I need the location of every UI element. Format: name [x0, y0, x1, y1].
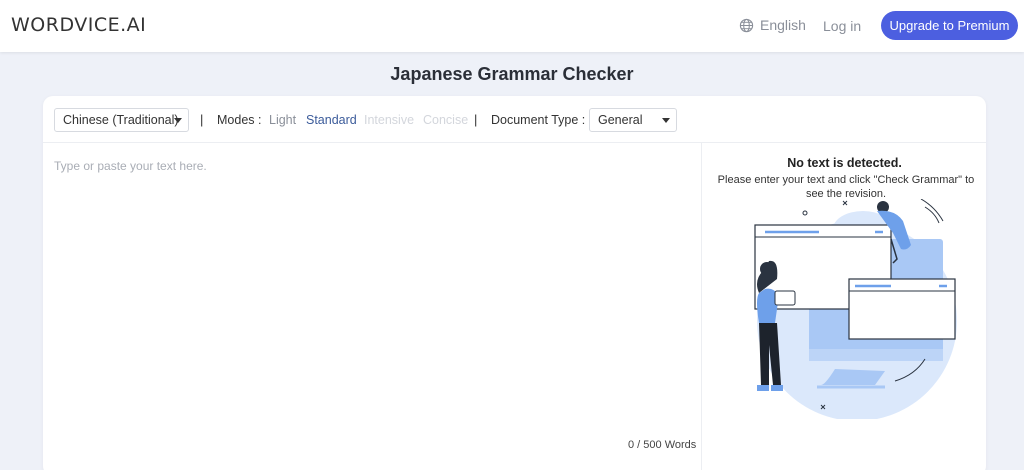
caret-down-icon: [174, 118, 182, 123]
toolbar: Chinese (Traditional) | Modes : Light St…: [43, 96, 986, 143]
separator: |: [200, 112, 204, 127]
language-switcher[interactable]: English: [739, 17, 806, 33]
empty-state-illustration: [754, 199, 957, 419]
result-title: No text is detected.: [787, 156, 902, 170]
text-input-area[interactable]: Type or paste your text here. 0 / 500 Wo…: [43, 143, 702, 470]
document-type-select[interactable]: General: [589, 108, 677, 132]
mode-intensive[interactable]: Intensive: [364, 113, 414, 127]
result-subtitle: Please enter your text and click "Check …: [717, 174, 975, 200]
mode-standard[interactable]: Standard: [306, 113, 357, 127]
word-counter: 0 / 500 Words: [628, 439, 697, 451]
language-select[interactable]: Chinese (Traditional): [54, 108, 189, 132]
modes-label: Modes :: [217, 113, 262, 127]
editor-placeholder: Type or paste your text here.: [54, 159, 207, 173]
page-title: Japanese Grammar Checker: [390, 64, 634, 84]
logo[interactable]: WORDVICE.AI: [11, 14, 146, 36]
mode-light[interactable]: Light: [269, 113, 296, 127]
globe-icon: [739, 18, 754, 32]
language-label: English: [760, 17, 806, 33]
login-link[interactable]: Log in: [823, 18, 861, 34]
mode-concise[interactable]: Concise: [423, 113, 468, 127]
top-header: WORDVICE.AI English Log in Upgrade to Pr…: [0, 0, 1024, 52]
language-select-value: Chinese (Traditional): [63, 113, 179, 127]
separator: |: [474, 112, 478, 127]
document-type-value: General: [598, 113, 643, 127]
upgrade-button[interactable]: Upgrade to Premium: [881, 11, 1018, 40]
result-panel: No text is detected. Please enter your t…: [703, 143, 986, 470]
document-type-label: Document Type :: [491, 113, 586, 127]
grammar-checker-card: Chinese (Traditional) | Modes : Light St…: [43, 96, 986, 470]
caret-down-icon: [662, 118, 670, 123]
